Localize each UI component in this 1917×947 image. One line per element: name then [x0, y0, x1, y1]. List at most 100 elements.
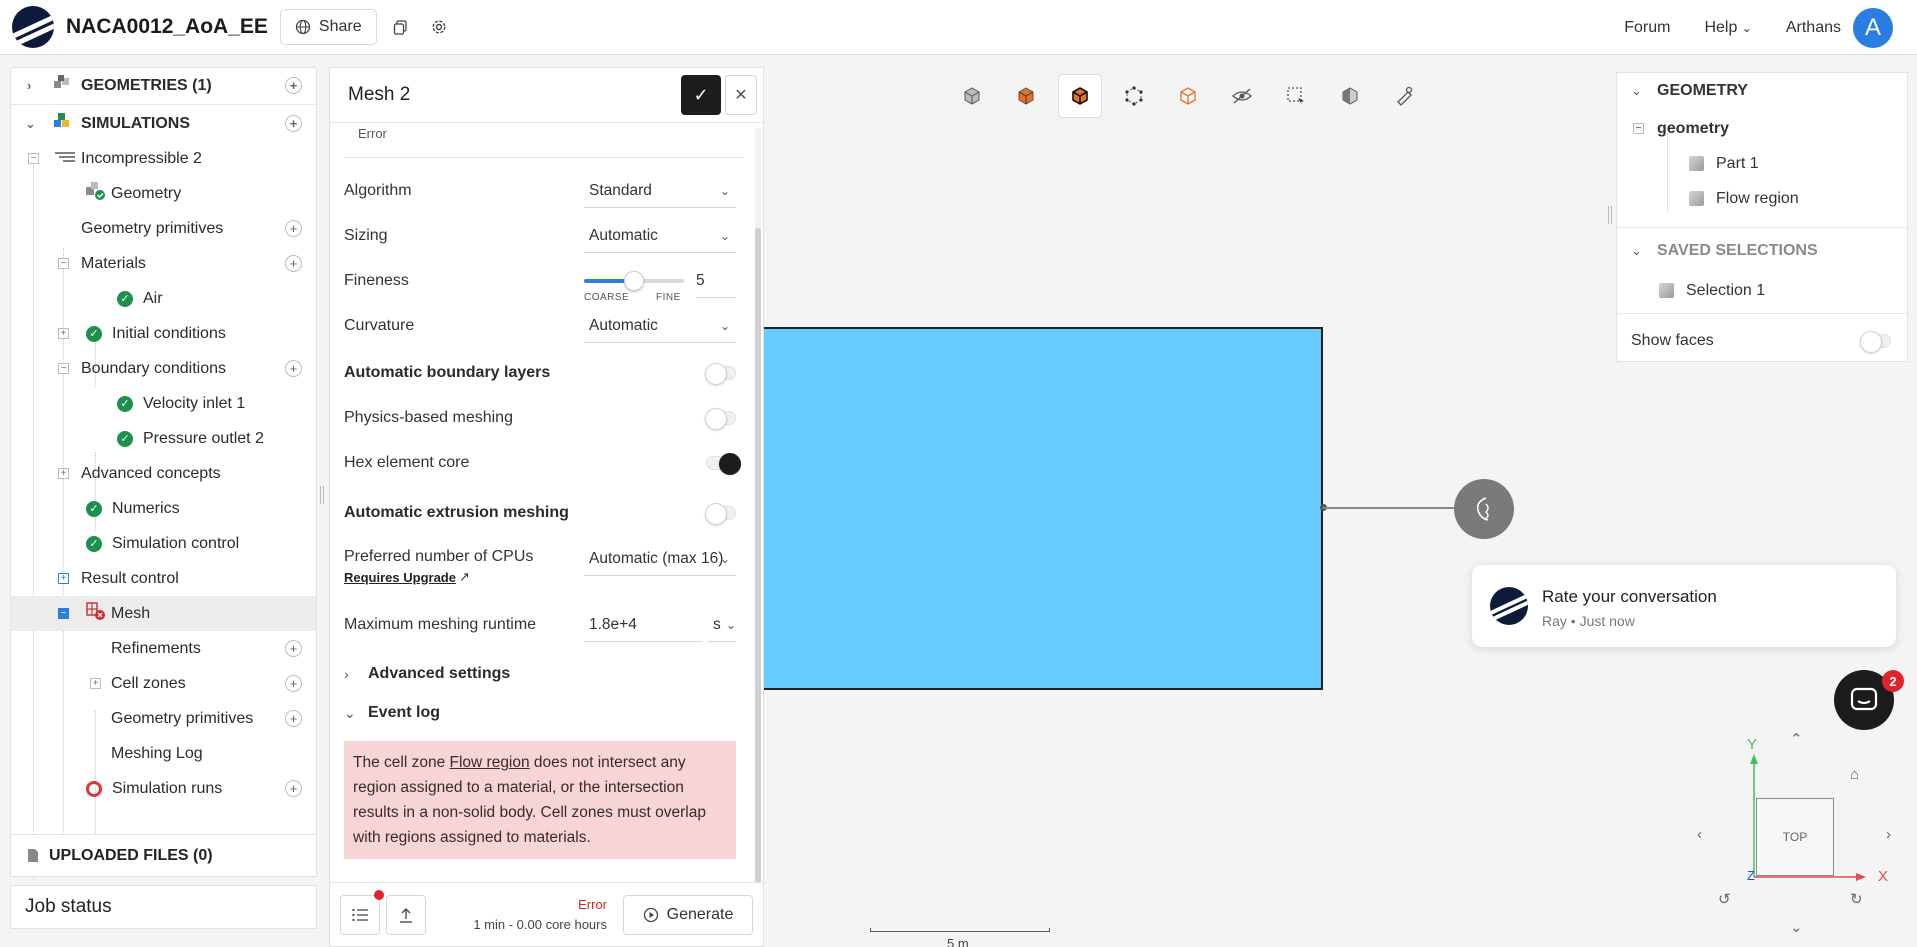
- measure-icon[interactable]: [1382, 74, 1426, 118]
- add-geometry-primitive-button[interactable]: +: [285, 220, 302, 237]
- tree-item-refinements[interactable]: Refinements +: [11, 631, 316, 666]
- tree-item-incompressible[interactable]: − Incompressible 2: [11, 141, 316, 176]
- scrollbar-thumb[interactable]: [755, 228, 761, 888]
- tree-item-air[interactable]: ✓ Air: [11, 281, 316, 316]
- advanced-settings-toggle[interactable]: › Advanced settings: [344, 659, 736, 689]
- user-name[interactable]: Arthans: [1786, 19, 1841, 37]
- expand-icon[interactable]: +: [58, 573, 69, 584]
- hex-core-toggle[interactable]: [706, 453, 741, 475]
- tree-item-simulation-runs[interactable]: Simulation runs +: [11, 771, 316, 806]
- auto-boundary-layers-toggle[interactable]: [705, 363, 736, 385]
- forum-link[interactable]: Forum: [1624, 19, 1670, 37]
- geometries-header[interactable]: › GEOMETRIES (1) +: [11, 68, 316, 103]
- collapse-icon[interactable]: −: [1633, 123, 1644, 134]
- job-status-panel[interactable]: Job status: [10, 885, 317, 929]
- requires-upgrade-link[interactable]: Requires Upgrade ↗: [344, 569, 470, 585]
- geometry-root-item[interactable]: − geometry: [1617, 111, 1907, 146]
- curvature-select[interactable]: Automatic ⌄: [584, 309, 736, 343]
- tree-item-advanced-concepts[interactable]: + Advanced concepts: [11, 456, 316, 491]
- flow-region-item[interactable]: Flow region: [1617, 181, 1907, 216]
- rotate-ccw-icon[interactable]: ↺: [1718, 890, 1731, 908]
- add-mesh-geometry-primitive-button[interactable]: +: [285, 710, 302, 727]
- avatar[interactable]: A: [1853, 7, 1893, 48]
- expand-icon[interactable]: +: [90, 678, 101, 689]
- hide-icon[interactable]: [1220, 74, 1264, 118]
- scrollbar[interactable]: [755, 128, 761, 888]
- geometry-section-header[interactable]: ⌄ GEOMETRY: [1617, 73, 1907, 108]
- tree-item-boundary-conditions[interactable]: − Boundary conditions +: [11, 351, 316, 386]
- tree-item-velocity-inlet[interactable]: ✓ Velocity inlet 1: [11, 386, 316, 421]
- gear-icon[interactable]: [425, 13, 453, 41]
- tree-item-mesh-geometry-primitives[interactable]: Geometry primitives +: [11, 701, 316, 736]
- event-log-toggle[interactable]: ⌄ Event log: [344, 698, 736, 728]
- generate-button[interactable]: Generate: [623, 895, 753, 935]
- slider-handle[interactable]: [624, 271, 644, 291]
- solid-edges-icon[interactable]: [1058, 74, 1102, 118]
- tree-item-numerics[interactable]: ✓ Numerics: [11, 491, 316, 526]
- add-refinement-button[interactable]: +: [285, 640, 302, 657]
- auto-extrusion-toggle[interactable]: [705, 503, 736, 525]
- add-simulation-run-button[interactable]: +: [285, 780, 302, 797]
- tree-item-result-control[interactable]: + Result control: [11, 561, 316, 596]
- rotate-cw-icon[interactable]: ↻: [1850, 890, 1863, 908]
- algorithm-select[interactable]: Standard ⌄: [584, 174, 736, 208]
- saved-selections-header[interactable]: ⌄ SAVED SELECTIONS: [1617, 233, 1907, 268]
- section-view-icon[interactable]: [1328, 74, 1372, 118]
- project-title[interactable]: NACA0012_AoA_EE: [66, 15, 268, 39]
- tree-item-initial-conditions[interactable]: + ✓ Initial conditions: [11, 316, 316, 351]
- tree-item-geometry[interactable]: Geometry: [11, 176, 316, 211]
- tree-item-materials[interactable]: − Materials +: [11, 246, 316, 281]
- fineness-input[interactable]: 5: [696, 264, 736, 298]
- cpus-select[interactable]: Automatic (max 16) ⌄: [584, 542, 736, 576]
- add-cell-zone-button[interactable]: +: [285, 675, 302, 692]
- tree-item-pressure-outlet[interactable]: ✓ Pressure outlet 2: [11, 421, 316, 456]
- collapse-icon[interactable]: −: [28, 153, 39, 164]
- collapse-icon[interactable]: −: [58, 608, 69, 619]
- collapse-icon[interactable]: −: [58, 258, 69, 269]
- uploaded-files-header[interactable]: UPLOADED FILES (0): [10, 834, 317, 877]
- job-status-label: Job status: [25, 896, 112, 917]
- app-logo[interactable]: [12, 6, 54, 48]
- resize-handle[interactable]: [320, 486, 324, 504]
- help-menu[interactable]: Help ⌄: [1704, 19, 1751, 37]
- panel-collapse-handle[interactable]: [1454, 479, 1514, 539]
- rotate-left-icon[interactable]: ‹: [1697, 826, 1702, 843]
- add-simulation-button[interactable]: +: [285, 115, 302, 132]
- orange-solid-icon[interactable]: [1004, 74, 1048, 118]
- part1-item[interactable]: Part 1: [1617, 146, 1907, 181]
- flow-region-geometry[interactable]: [764, 327, 1323, 690]
- show-faces-toggle[interactable]: [1860, 331, 1891, 353]
- list-button[interactable]: [340, 895, 380, 935]
- add-geometry-button[interactable]: +: [285, 77, 302, 94]
- share-button[interactable]: Share: [279, 9, 377, 45]
- solid-view-icon[interactable]: [950, 74, 994, 118]
- physics-based-toggle[interactable]: [705, 408, 736, 430]
- tree-item-geometry-primitives[interactable]: Geometry primitives +: [11, 211, 316, 246]
- add-boundary-condition-button[interactable]: +: [285, 360, 302, 377]
- confirm-button[interactable]: ✓: [681, 75, 721, 115]
- fineness-slider[interactable]: [584, 271, 684, 291]
- runtime-unit-select[interactable]: s ⌄: [708, 608, 736, 642]
- expand-icon[interactable]: +: [58, 328, 69, 339]
- tree-item-mesh[interactable]: − Mesh: [11, 596, 316, 631]
- expand-icon[interactable]: +: [58, 468, 69, 479]
- points-view-icon[interactable]: [1112, 74, 1156, 118]
- rate-conversation-toast[interactable]: Rate your conversation Ray • Just now: [1472, 565, 1896, 647]
- tree-item-cell-zones[interactable]: + Cell zones +: [11, 666, 316, 701]
- wireframe-view-icon[interactable]: [1166, 74, 1210, 118]
- sizing-select[interactable]: Automatic ⌄: [584, 219, 736, 253]
- box-select-icon[interactable]: [1274, 74, 1318, 118]
- rotate-down-icon[interactable]: ⌄: [1790, 918, 1803, 936]
- max-runtime-input[interactable]: 1.8e+4: [584, 608, 702, 642]
- collapse-icon[interactable]: −: [58, 363, 69, 374]
- selection1-item[interactable]: Selection 1: [1617, 273, 1907, 308]
- resize-handle[interactable]: [1608, 206, 1612, 224]
- simulations-header[interactable]: ⌄ SIMULATIONS +: [11, 106, 316, 141]
- tree-item-simulation-control[interactable]: ✓ Simulation control: [11, 526, 316, 561]
- copy-icon[interactable]: [387, 13, 415, 41]
- flow-region-link[interactable]: Flow region: [450, 754, 530, 771]
- add-material-button[interactable]: +: [285, 255, 302, 272]
- close-button[interactable]: ✕: [725, 75, 757, 115]
- upload-button[interactable]: [386, 895, 426, 935]
- tree-item-meshing-log[interactable]: Meshing Log: [11, 736, 316, 771]
